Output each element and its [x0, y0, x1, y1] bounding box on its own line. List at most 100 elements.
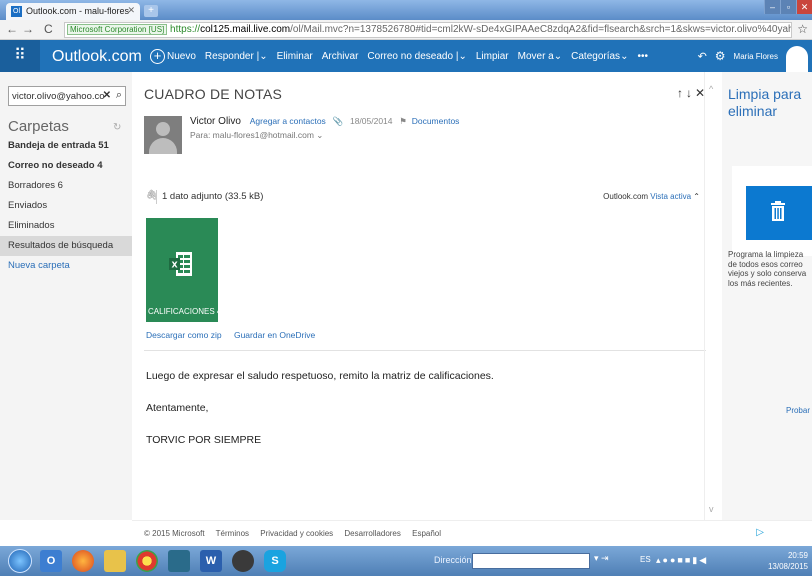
forward-icon[interactable]: →	[22, 22, 34, 36]
sidebar-item-search-results[interactable]: Resultados de búsqueda	[0, 236, 132, 256]
undo-icon[interactable]: ↶	[698, 50, 707, 63]
url-field[interactable]: Microsoft Corporation [US] https://col12…	[64, 22, 792, 38]
gear-icon[interactable]: ⚙	[715, 49, 726, 63]
arrow-down-icon[interactable]: ↓	[686, 86, 695, 100]
move-button[interactable]: Mover a ⌄	[518, 49, 563, 64]
message-subject: CUADRO DE NOTAS	[144, 86, 283, 102]
chevron-down-icon: ⌄	[620, 51, 629, 62]
reply-button[interactable]: Responder | ⌄	[205, 49, 268, 64]
sender-name[interactable]: Victor Olivo	[190, 116, 241, 127]
category-link[interactable]: Documentos	[412, 116, 460, 126]
try-link[interactable]: Probar	[786, 406, 810, 415]
categories-button[interactable]: Categorías ⌄	[571, 49, 628, 64]
go-arrow-icon[interactable]: ▾ ⇥	[594, 553, 609, 564]
delete-button[interactable]: Eliminar	[277, 49, 313, 64]
chevron-down-icon: ⌄	[458, 51, 467, 62]
sidebar-item-drafts[interactable]: Borradores 6	[0, 176, 132, 196]
archive-button[interactable]: Archivar	[322, 49, 359, 64]
outlook-taskbar-icon[interactable]: O	[40, 550, 62, 572]
refresh-icon[interactable]: ↻	[113, 122, 121, 133]
brand-title[interactable]: Outlook.com	[52, 48, 142, 66]
maximize-button[interactable]: ▫	[780, 0, 796, 14]
language-link[interactable]: Español	[412, 529, 441, 538]
search-value: victor.olivo@yahoo.co	[12, 91, 105, 102]
sidebar-item-inbox[interactable]: Bandeja de entrada 51	[0, 136, 132, 156]
chevron-up-icon[interactable]: ⌃	[693, 192, 700, 201]
word-icon[interactable]: W	[200, 550, 222, 572]
message-body-line: Atentamente,	[146, 402, 209, 414]
junk-button[interactable]: Correo no deseado | ⌄	[367, 49, 466, 64]
chrome-icon[interactable]	[136, 550, 158, 572]
scrollbar[interactable]: ^ v	[704, 72, 722, 520]
more-options-button[interactable]: •••	[637, 49, 648, 64]
browser-tab[interactable]: Ol Outlook.com - malu-flores ✕	[6, 3, 140, 20]
tray-icon[interactable]: ■	[677, 555, 684, 565]
sender-line: Victor Olivo Agregar a contactos 📎 18/05…	[190, 116, 459, 127]
reload-icon[interactable]: C	[44, 22, 53, 36]
ad-choices-icon[interactable]: ▷	[756, 527, 764, 538]
privacy-link[interactable]: Privacidad y cookies	[260, 529, 333, 538]
attachment-name: CALIFICACIONES 4 ...	[148, 307, 231, 316]
plus-icon: +	[150, 49, 165, 64]
new-button[interactable]: + Nuevo	[150, 49, 196, 64]
back-icon[interactable]: ←	[6, 22, 18, 36]
start-button[interactable]	[8, 549, 32, 573]
developers-link[interactable]: Desarrolladores	[344, 529, 400, 538]
minimize-button[interactable]: –	[764, 0, 780, 14]
address-toolbar-input[interactable]	[472, 553, 590, 569]
attachment-flag-icon: 📎	[332, 116, 344, 126]
new-label: Nuevo	[167, 51, 196, 62]
outlook-favicon-icon: Ol	[11, 6, 22, 17]
avatar[interactable]	[786, 46, 808, 72]
sidebar-item-junk[interactable]: Correo no deseado 4	[0, 156, 132, 176]
ad-text-line: de todos esos correo	[728, 259, 803, 269]
view-mode: Outlook.com Vista activa ⌃	[603, 192, 700, 201]
download-zip-link[interactable]: Descargar como zip	[146, 330, 222, 340]
copyright: © 2015 Microsoft	[144, 529, 205, 538]
firefox-icon[interactable]	[72, 550, 94, 572]
message-body-line: TORVIC POR SIEMPRE	[146, 434, 262, 446]
close-tab-icon[interactable]: ✕	[127, 5, 135, 16]
app-icon[interactable]	[232, 550, 254, 572]
flag-icon[interactable]: ⚑	[399, 116, 407, 126]
page-footer: © 2015 Microsoft Términos Privacidad y c…	[132, 520, 812, 546]
excel-file-icon: X	[169, 252, 192, 276]
arrow-up-icon[interactable]: ↑	[677, 86, 686, 100]
volume-icon[interactable]: ◀	[699, 555, 708, 565]
close-window-button[interactable]: ✕	[796, 0, 812, 14]
language-indicator[interactable]: ES	[640, 555, 651, 564]
secure-badge: Microsoft Corporation [US]	[67, 24, 168, 35]
chevron-down-icon[interactable]: ⌄	[316, 130, 323, 140]
ad-tile[interactable]	[746, 186, 812, 240]
scroll-up-icon[interactable]: ^	[709, 84, 713, 94]
clock[interactable]: 20:59 13/08/2015	[768, 550, 808, 572]
search-input[interactable]: victor.olivo@yahoo.co ✕ ⌕	[8, 86, 126, 106]
clear-search-icon[interactable]: ✕	[103, 90, 111, 101]
scroll-down-icon[interactable]: v	[709, 504, 714, 514]
active-view-link[interactable]: Vista activa	[650, 192, 691, 201]
media-icon[interactable]	[168, 550, 190, 572]
add-contact-link[interactable]: Agregar a contactos	[250, 116, 326, 126]
new-folder-link[interactable]: Nueva carpeta	[0, 256, 132, 276]
excel-attachment-tile[interactable]: X CALIFICACIONES 4 ...	[146, 218, 230, 322]
address-toolbar-label: Dirección	[434, 555, 472, 565]
chevron-down-icon: ⌄	[259, 51, 268, 62]
terms-link[interactable]: Términos	[216, 529, 249, 538]
folder-icon[interactable]	[104, 550, 126, 572]
ad-title[interactable]: Limpia para eliminar	[728, 86, 812, 120]
app-launcher-icon[interactable]: ⠿	[0, 40, 40, 72]
categories-label: Categorías	[571, 51, 621, 62]
clean-button[interactable]: Limpiar	[476, 49, 509, 64]
sidebar-item-sent[interactable]: Enviados	[0, 196, 132, 216]
divider	[144, 350, 706, 351]
bookmark-star-icon[interactable]: ☆	[797, 22, 808, 36]
search-icon[interactable]: ⌕	[116, 89, 122, 102]
skype-icon[interactable]: S	[264, 550, 286, 572]
sidebar-item-deleted[interactable]: Eliminados	[0, 216, 132, 236]
user-name[interactable]: Maria Flores	[734, 52, 778, 61]
save-onedrive-link[interactable]: Guardar en OneDrive	[234, 330, 315, 340]
url-path: /ol/Mail.mvc?n=1378526780#tid=cml2kW-sDe…	[290, 24, 791, 35]
tray-icon[interactable]: ●	[663, 555, 670, 565]
sender-photo	[144, 116, 182, 154]
new-tab-button[interactable]: +	[144, 5, 158, 17]
